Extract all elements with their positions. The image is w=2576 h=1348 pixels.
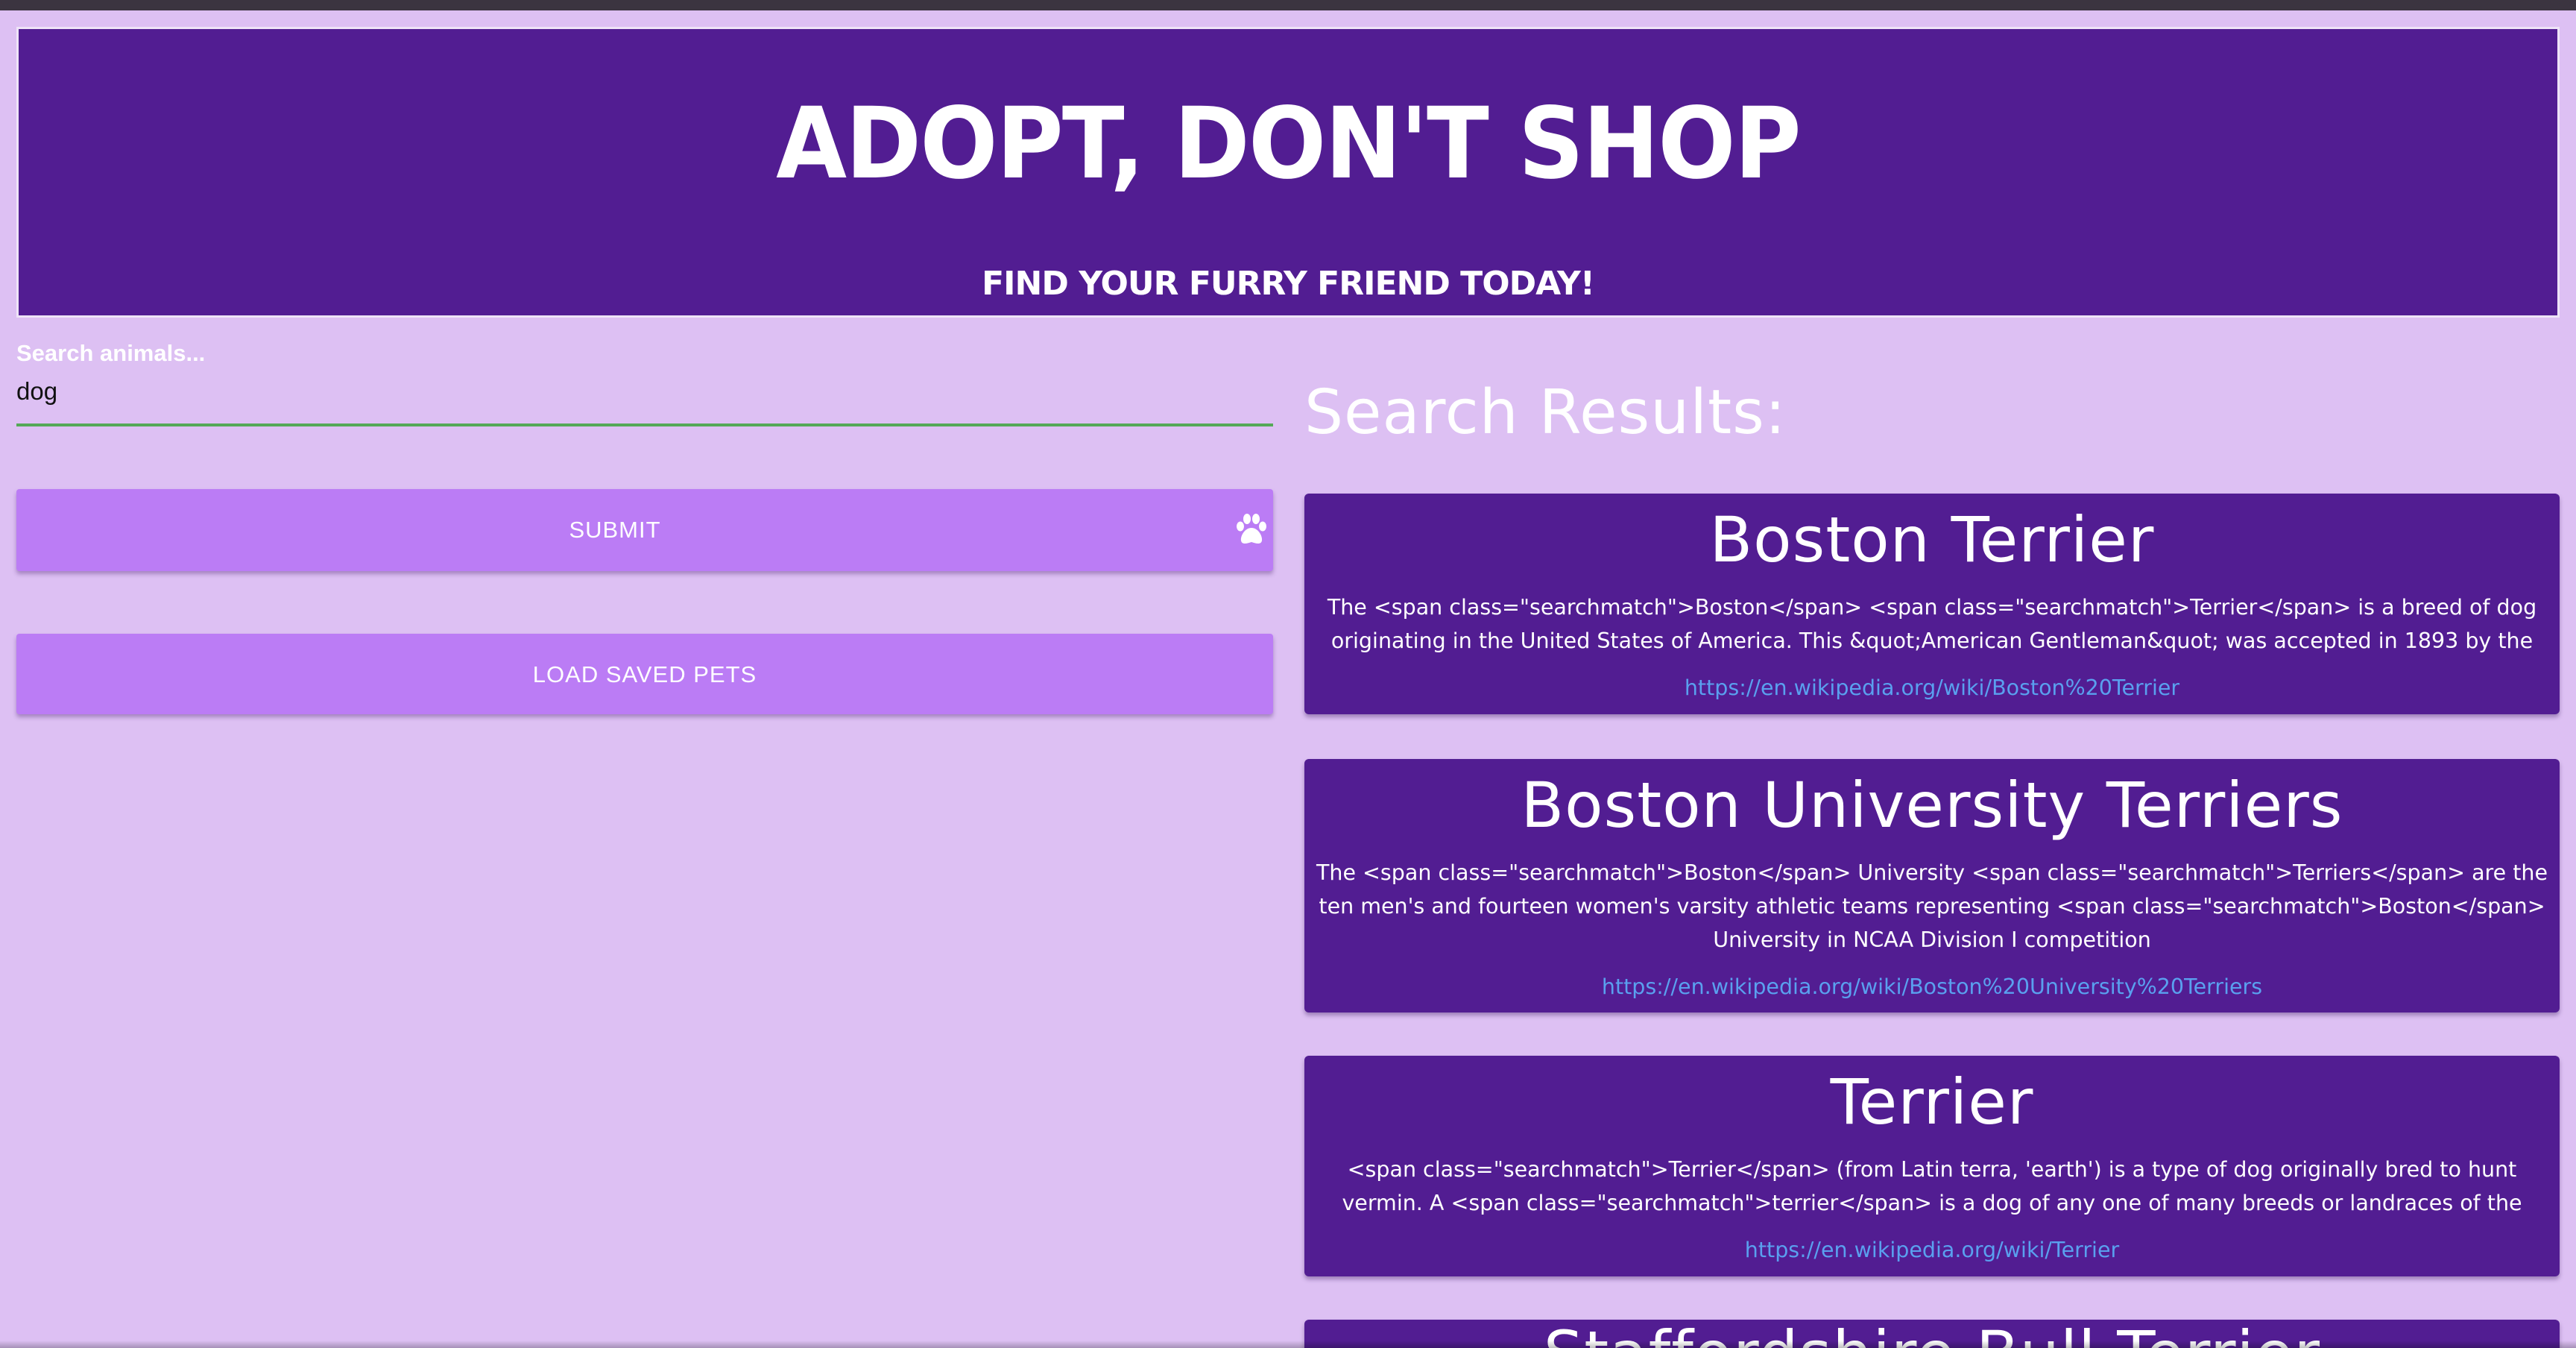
- window-top-strip: [0, 0, 2576, 10]
- page-header: ADOPT, DON'T SHOP FIND YOUR FURRY FRIEND…: [16, 27, 2560, 318]
- result-link[interactable]: https://en.wikipedia.org/wiki/Terrier: [1304, 1238, 2560, 1262]
- result-card: Terrier <span class="searchmatch">Terrie…: [1304, 1056, 2560, 1276]
- load-saved-pets-label: LOAD SAVED PETS: [532, 661, 757, 687]
- result-title: Terrier: [1830, 1065, 2034, 1138]
- search-input[interactable]: [16, 373, 1273, 426]
- result-snippet: The <span class="searchmatch">Boston</sp…: [1316, 860, 2548, 952]
- result-title: Boston Terrier: [1709, 503, 2155, 576]
- result-snippet: The <span class="searchmatch">Boston</sp…: [1327, 595, 2537, 653]
- submit-button-label: SUBMIT: [569, 517, 661, 543]
- result-link[interactable]: https://en.wikipedia.org/wiki/Boston%20U…: [1304, 974, 2560, 999]
- submit-button[interactable]: SUBMIT: [16, 489, 1273, 571]
- paw-icon: [1237, 514, 1266, 544]
- page-title: ADOPT, DON'T SHOP: [776, 86, 1802, 201]
- page-subtitle: FIND YOUR FURRY FRIEND TODAY!: [982, 265, 1595, 303]
- result-title: Boston University Terriers: [1521, 769, 2343, 842]
- window-bottom-edge: [0, 1341, 2576, 1348]
- search-label: Search animals...: [16, 340, 206, 366]
- result-link[interactable]: https://en.wikipedia.org/wiki/Boston%20T…: [1304, 675, 2560, 700]
- load-saved-pets-button[interactable]: LOAD SAVED PETS: [16, 634, 1273, 714]
- result-card: Boston Terrier The <span class="searchma…: [1304, 494, 2560, 714]
- result-card: Boston University Terriers The <span cla…: [1304, 759, 2560, 1012]
- results-heading: Search Results:: [1304, 377, 1787, 448]
- result-snippet: <span class="searchmatch">Terrier</span>…: [1342, 1157, 2522, 1215]
